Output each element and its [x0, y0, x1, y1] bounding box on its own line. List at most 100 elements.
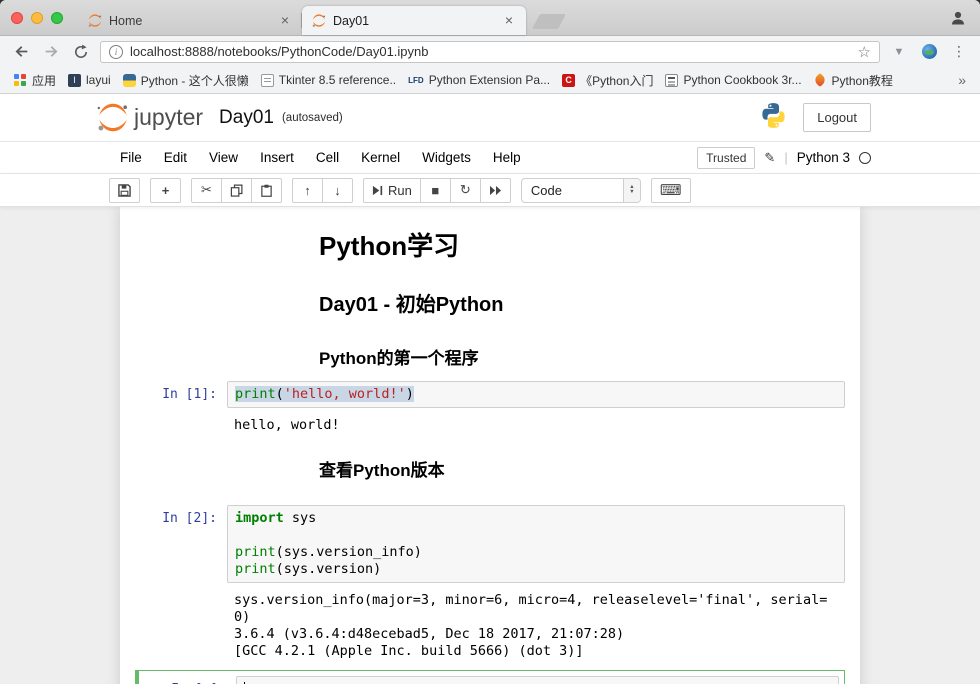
minimize-window-button[interactable] — [31, 12, 43, 24]
code-editor[interactable]: import sys print(sys.version_info)print(… — [227, 505, 845, 583]
address-bar[interactable]: i localhost:8888/notebooks/PythonCode/Da… — [100, 41, 880, 63]
trusted-badge[interactable]: Trusted — [697, 147, 755, 169]
jupyter-logo-text: jupyter — [134, 104, 203, 131]
paste-cell-button[interactable] — [251, 178, 282, 203]
close-window-button[interactable] — [11, 12, 23, 24]
book-icon — [665, 74, 678, 87]
cell-type-select[interactable]: Code ▲ ▼ — [521, 178, 641, 203]
separator: | — [784, 150, 787, 165]
bookmark-label: Tkinter 8.5 reference.. — [279, 73, 396, 87]
menu-view[interactable]: View — [198, 143, 249, 172]
reload-button[interactable] — [70, 41, 92, 63]
bookmark-label: Python - 这个人很懒 — [141, 72, 249, 89]
input-prompt: In [1]: — [135, 381, 227, 408]
profile-icon[interactable] — [950, 10, 966, 26]
add-cell-button[interactable]: + — [150, 178, 181, 203]
document-icon — [261, 74, 274, 87]
back-button[interactable] — [10, 41, 32, 63]
jupyter-header: jupyter Day01 (autosaved) Logout — [0, 94, 980, 142]
python-logo-icon — [760, 102, 787, 134]
section-title: Day01 - 初始Python — [319, 288, 503, 317]
move-cell-up-button[interactable]: ↑ — [292, 178, 323, 203]
python-icon — [123, 74, 136, 87]
restart-run-all-button[interactable] — [480, 178, 511, 203]
subsection-title: 查看Python版本 — [319, 456, 445, 481]
tab-close-icon[interactable]: × — [501, 13, 517, 29]
menu-cell[interactable]: Cell — [305, 143, 350, 172]
move-cell-down-button[interactable]: ↓ — [322, 178, 353, 203]
bookmark-python-rumen[interactable]: C 《Python入门 — [556, 69, 659, 92]
stop-button[interactable]: ■ — [420, 178, 451, 203]
apps-grid-icon — [14, 74, 27, 87]
bookmark-cookbook[interactable]: Python Cookbook 3r... — [659, 70, 807, 90]
bookmarks-overflow-icon[interactable]: » — [952, 72, 972, 88]
bookmark-python-extension[interactable]: LFD Python Extension Pa... — [402, 70, 556, 90]
extension-triangle-icon[interactable]: ▼ — [888, 41, 910, 63]
c-site-icon: C — [562, 74, 575, 87]
browser-menu-icon[interactable]: ⋮ — [948, 41, 970, 63]
menu-help[interactable]: Help — [482, 143, 532, 172]
output-area-1: hello, world! — [135, 413, 845, 438]
code-editor[interactable] — [236, 676, 839, 684]
command-palette-button[interactable]: ⌨ — [651, 178, 691, 203]
tab-day01[interactable]: Day01 × — [302, 6, 526, 35]
markdown-cell-h1[interactable]: Python学习 — [135, 217, 845, 274]
extension-globe-icon[interactable] — [918, 41, 940, 63]
notebook-page: Python学习 Day01 - 初始Python Python的第一个程序 I… — [120, 207, 860, 684]
bookmark-label: Python Extension Pa... — [429, 73, 550, 87]
page-info-icon[interactable]: i — [109, 45, 123, 59]
jupyter-favicon — [311, 13, 327, 29]
notebook-scroll-area[interactable]: Python学习 Day01 - 初始Python Python的第一个程序 I… — [0, 207, 980, 684]
cut-cell-button[interactable]: ✂ — [191, 178, 222, 203]
bookmark-tkinter[interactable]: Tkinter 8.5 reference.. — [255, 70, 402, 90]
bookmark-star-icon[interactable]: ☆ — [858, 43, 871, 61]
notebook-title[interactable]: Day01 — [219, 107, 274, 129]
menu-edit[interactable]: Edit — [153, 143, 198, 172]
menu-widgets[interactable]: Widgets — [411, 143, 482, 172]
bookmarks-bar: 应用 l layui Python - 这个人很懒 Tkinter 8.5 re… — [0, 67, 980, 94]
forward-button[interactable] — [40, 41, 62, 63]
autosave-status: (autosaved) — [282, 112, 343, 124]
tab-close-icon[interactable]: × — [277, 13, 293, 29]
fast-forward-icon — [489, 185, 502, 196]
jupyter-favicon — [87, 13, 103, 29]
kernel-name[interactable]: Python 3 — [797, 150, 850, 165]
tab-label: Home — [109, 14, 277, 28]
restart-kernel-button[interactable]: ↻ — [450, 178, 481, 203]
zoom-window-button[interactable] — [51, 12, 63, 24]
tab-strip: Home × Day01 × — [78, 6, 562, 35]
tab-home[interactable]: Home × — [78, 6, 302, 35]
markdown-cell-h3-second[interactable]: 查看Python版本 — [135, 438, 845, 488]
output-area-2: sys.version_info(major=3, minor=6, micro… — [135, 588, 845, 664]
jupyter-toolbar: + ✂ ↑ ↓ Run ■ ↻ — [0, 174, 980, 207]
code-cell-2[interactable]: In [2]: import sys print(sys.version_inf… — [135, 500, 845, 588]
bookmark-python-blog[interactable]: Python - 这个人很懒 — [117, 69, 255, 92]
feather-icon — [814, 74, 827, 87]
jupyter-logo[interactable]: jupyter — [95, 103, 203, 133]
code-editor[interactable]: print('hello, world!') — [227, 381, 845, 408]
menu-file[interactable]: File — [109, 143, 153, 172]
bookmark-python-tutorial[interactable]: Python教程 — [808, 69, 899, 92]
bookmark-label: 《Python入门 — [580, 72, 653, 89]
code-cell-3-selected[interactable]: In [ ]: — [135, 670, 845, 684]
save-button[interactable] — [109, 178, 140, 203]
page-title: Python学习 — [319, 226, 459, 263]
cell-type-value: Code — [531, 183, 562, 198]
markdown-cell-h3-first[interactable]: Python的第一个程序 — [135, 326, 845, 376]
run-button[interactable]: Run — [363, 178, 421, 203]
bookmark-layui[interactable]: l layui — [62, 70, 117, 90]
edit-mode-icon: ✎ — [764, 150, 775, 166]
input-prompt: In [ ]: — [144, 676, 236, 684]
subsection-title: Python的第一个程序 — [319, 344, 479, 369]
bookmark-label: Python教程 — [832, 72, 893, 89]
url-text[interactable]: localhost:8888/notebooks/PythonCode/Day0… — [130, 44, 851, 59]
copy-cell-button[interactable] — [221, 178, 252, 203]
markdown-cell-h2[interactable]: Day01 - 初始Python — [135, 274, 845, 326]
menu-insert[interactable]: Insert — [249, 143, 305, 172]
code-cell-1[interactable]: In [1]: print('hello, world!') — [135, 376, 845, 413]
logout-button[interactable]: Logout — [803, 103, 871, 132]
new-tab-button[interactable] — [532, 14, 566, 29]
menu-kernel[interactable]: Kernel — [350, 143, 411, 172]
bookmark-apps[interactable]: 应用 — [8, 69, 62, 92]
run-icon — [372, 185, 383, 196]
